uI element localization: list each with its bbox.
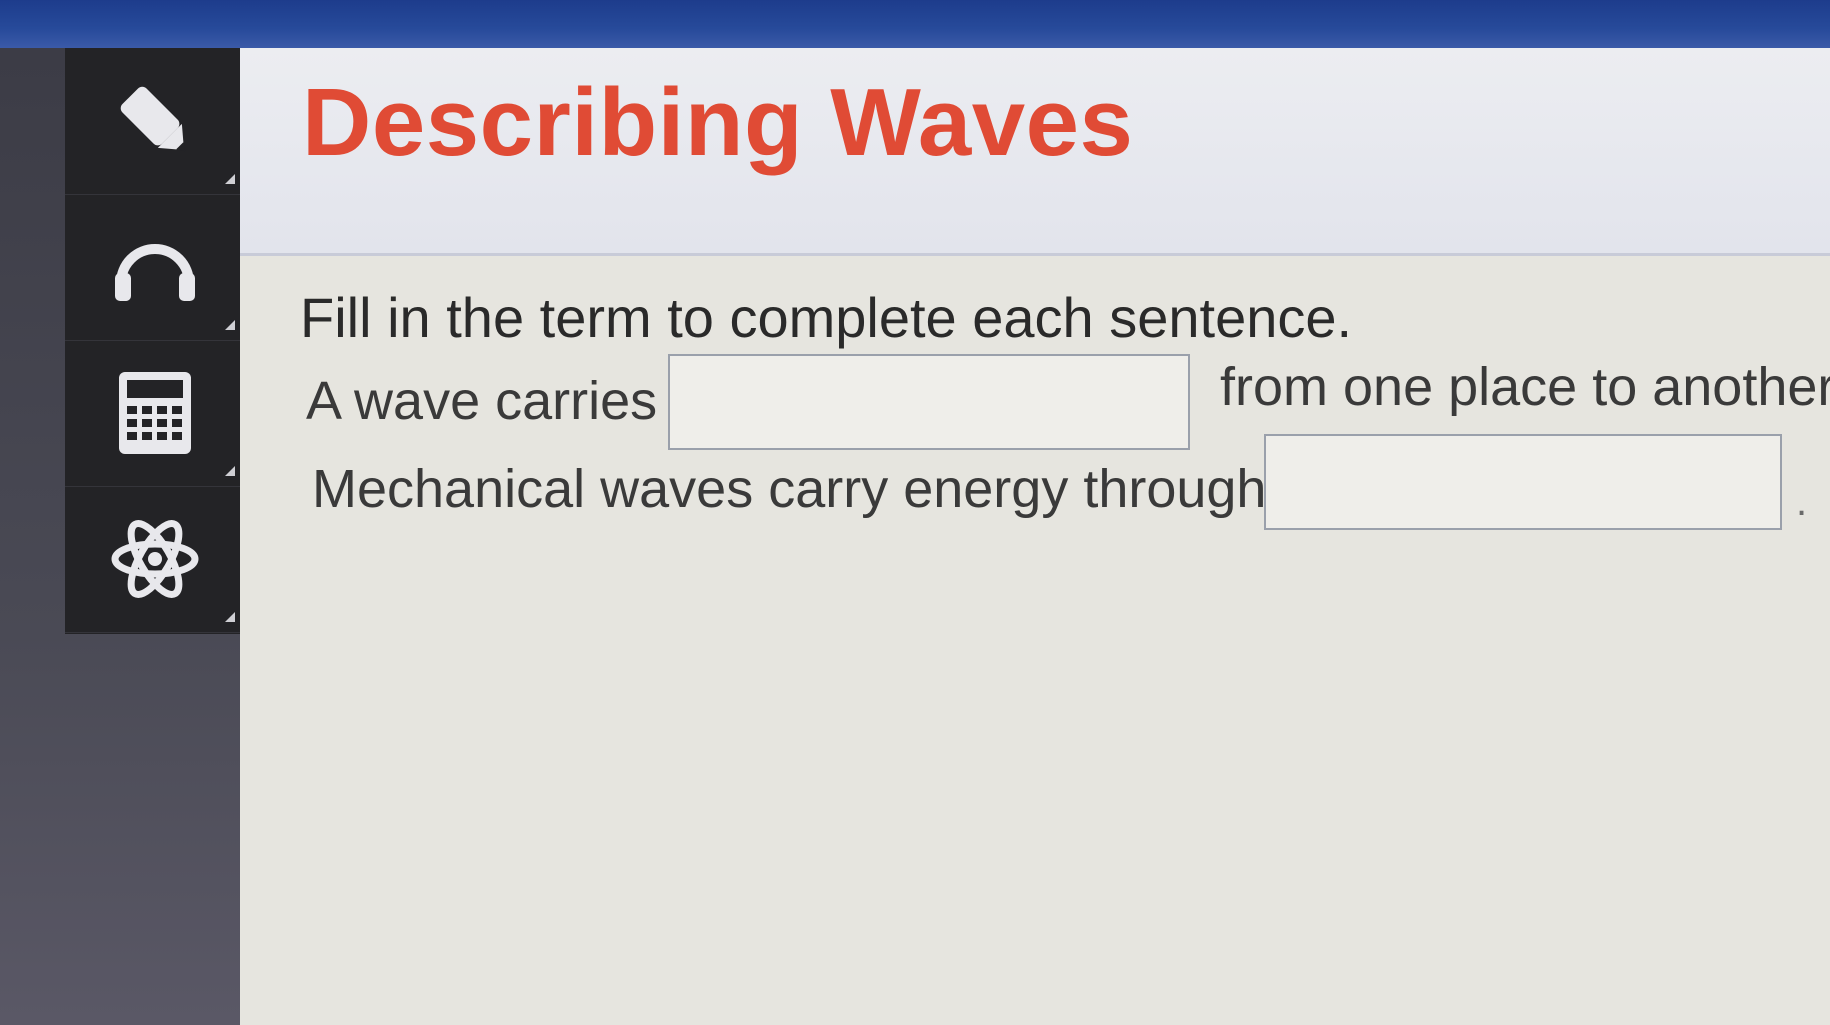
question-1-suffix: from one place to another <box>1220 357 1830 417</box>
question-2-answer-input[interactable] <box>1264 434 1782 530</box>
headphones-icon <box>107 227 203 307</box>
title-header: Describing Waves <box>240 48 1830 256</box>
question-2-suffix: . <box>1796 480 1808 524</box>
page-title: Describing Waves <box>302 69 1134 176</box>
question-2-prefix: Mechanical waves carry energy through <box>312 459 1267 519</box>
pencil-tool-button[interactable] <box>65 48 245 195</box>
question-1-answer-input[interactable] <box>668 354 1190 450</box>
calculator-tool-button[interactable] <box>65 340 245 487</box>
science-tool-button[interactable] <box>65 486 245 633</box>
instruction-text: Fill in the term to complete each senten… <box>300 286 1353 349</box>
tools-toolbar <box>65 48 245 634</box>
audio-tool-button[interactable] <box>65 194 245 341</box>
question-1-prefix: A wave carries <box>306 371 658 431</box>
browser-top-bar <box>0 0 1830 48</box>
tool-menu-indicator <box>225 174 235 184</box>
tool-menu-indicator <box>225 612 235 622</box>
question-panel: Describing Waves Fill in the term to com… <box>240 48 1830 1025</box>
pencil-icon <box>110 76 200 166</box>
tool-menu-indicator <box>225 320 235 330</box>
atom-icon <box>107 511 203 607</box>
tool-menu-indicator <box>225 466 235 476</box>
calculator-icon <box>113 368 197 458</box>
